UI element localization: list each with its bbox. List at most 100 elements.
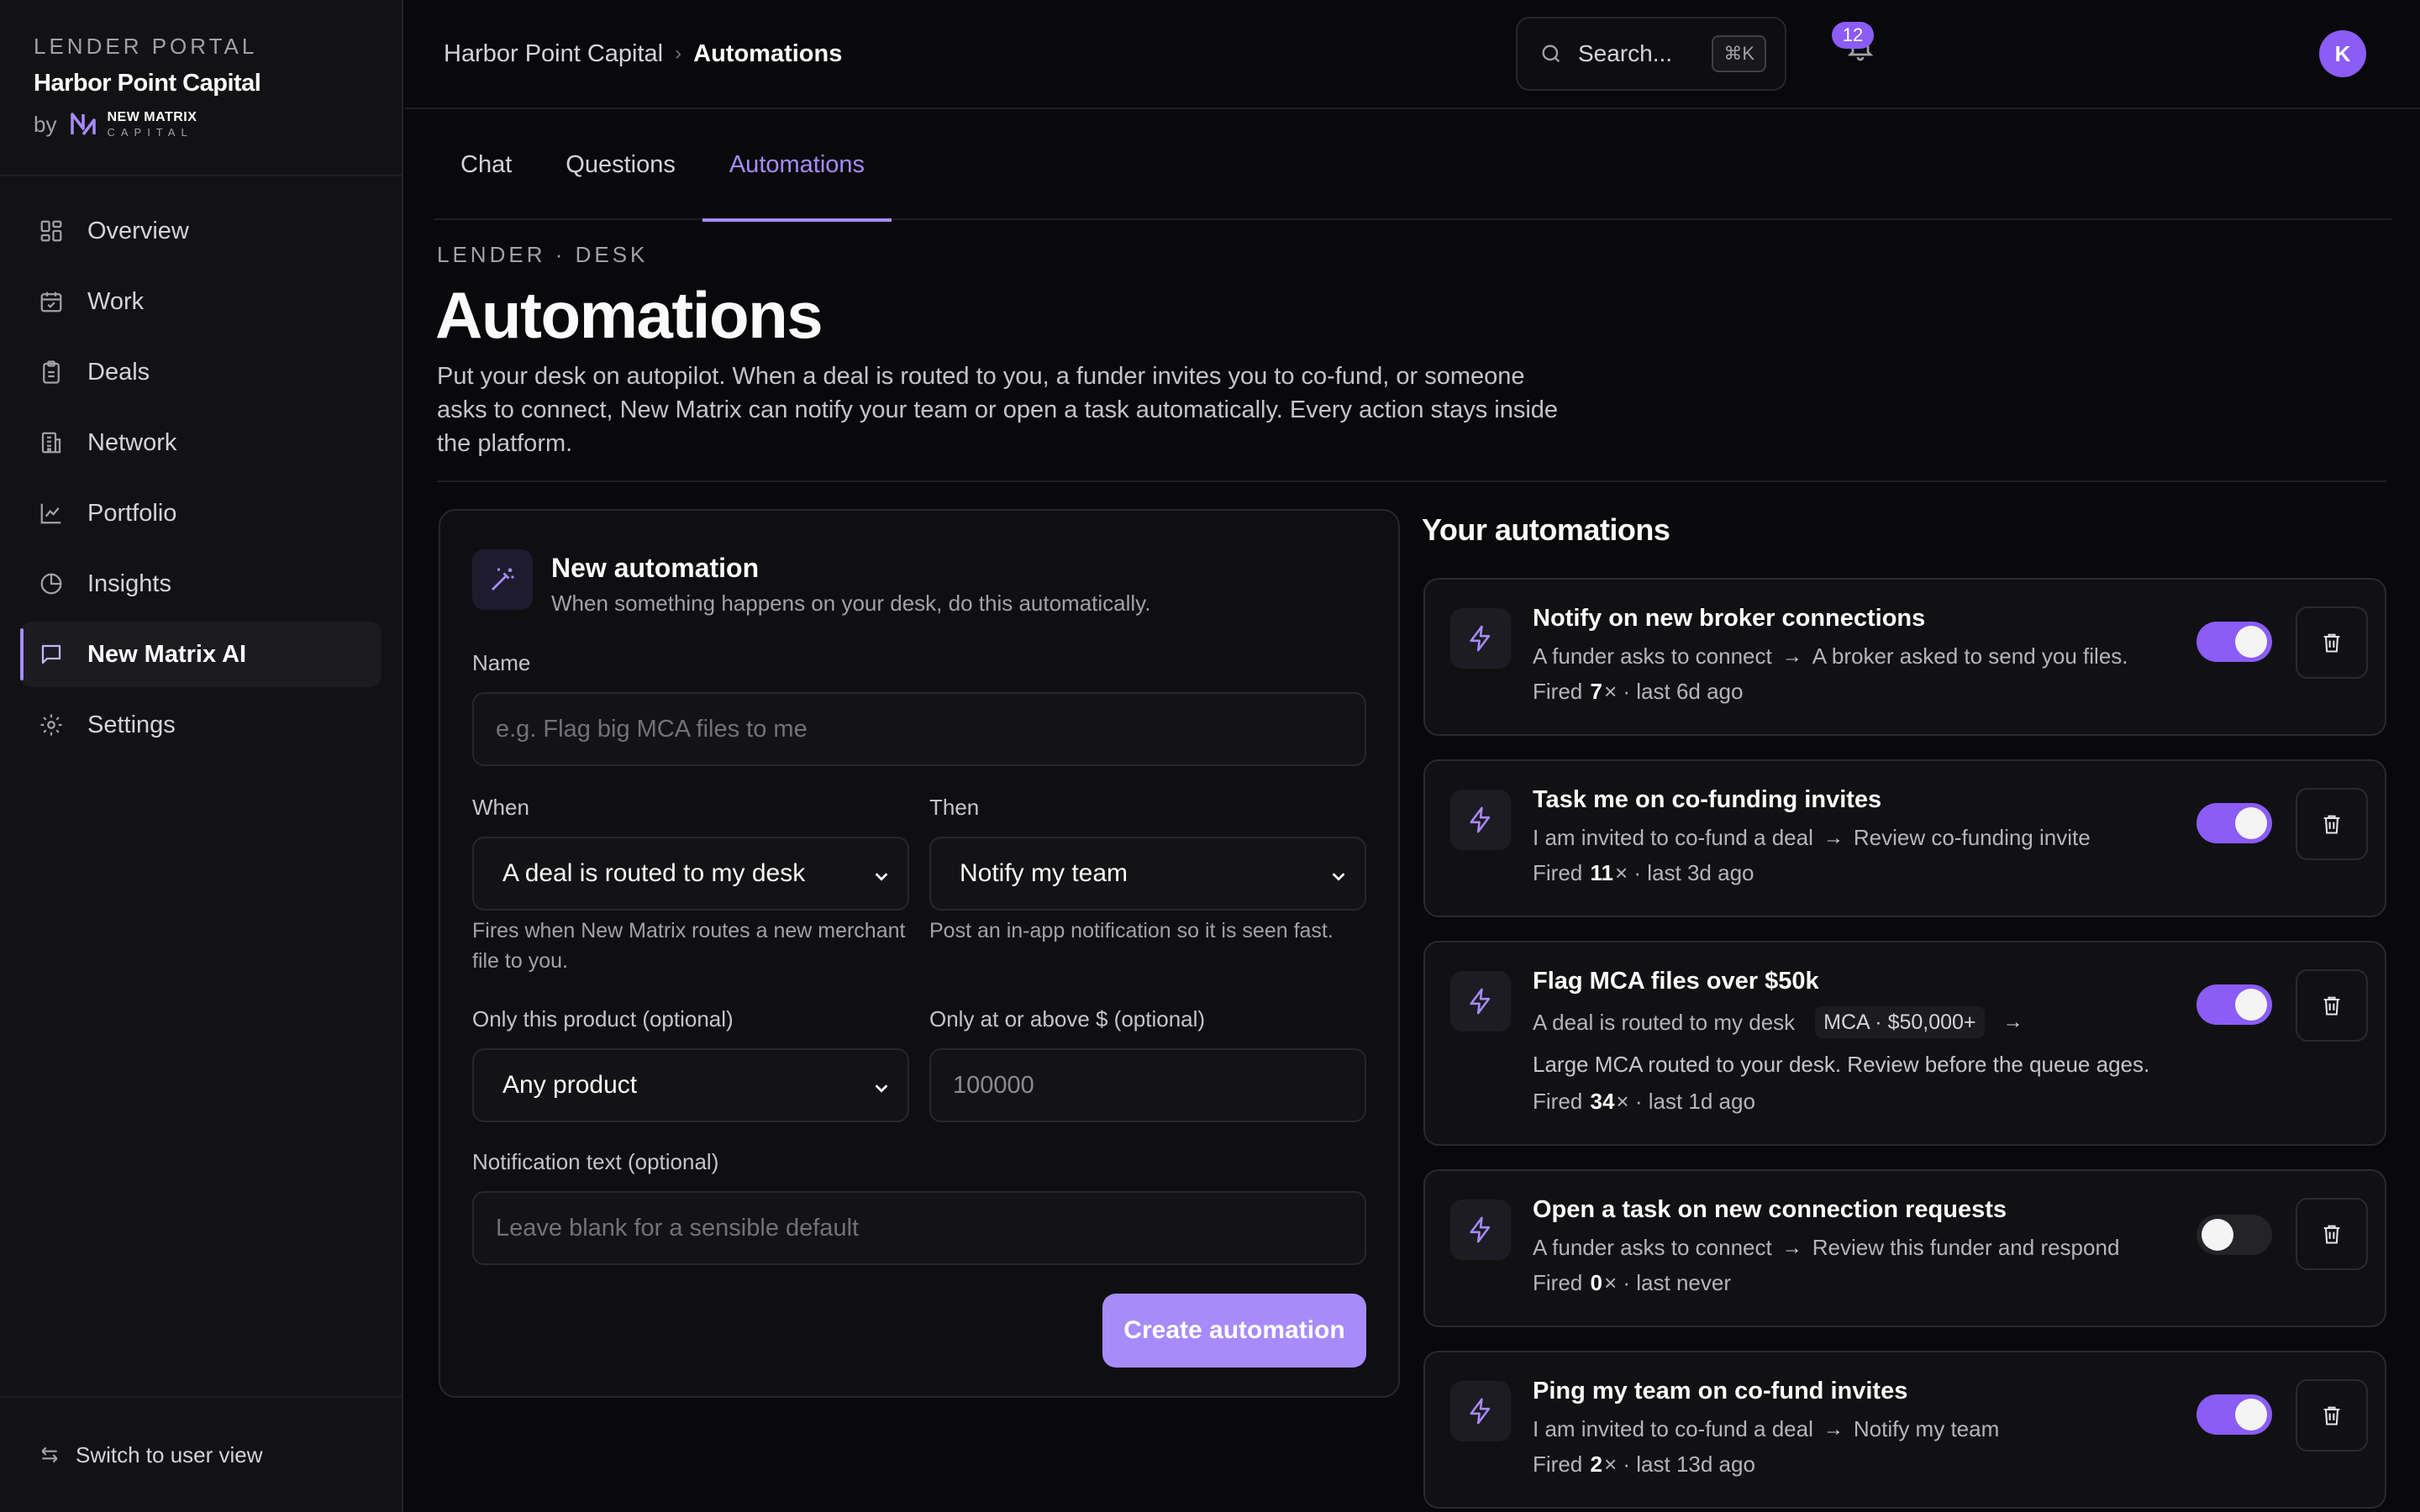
automation-enabled-toggle[interactable] — [2196, 622, 2272, 662]
automation-enabled-toggle[interactable] — [2196, 1215, 2272, 1255]
automation-enabled-toggle[interactable] — [2196, 803, 2272, 843]
automation-flow: A funder asks to connect → Review this f… — [1533, 1235, 2119, 1261]
new-automation-title: New automation — [551, 553, 760, 583]
breadcrumb-root-link[interactable]: Harbor Point Capital — [444, 40, 663, 68]
new-automation-subtitle: When something happens on your desk, do … — [551, 591, 1151, 616]
breadcrumb-current: Automations — [693, 39, 843, 67]
notification-text-field[interactable]: Leave blank for a sensible default — [472, 1191, 1366, 1265]
automation-name: Flag MCA files over $50k — [1533, 968, 1819, 995]
amount-label: Only at or above $ (optional) — [929, 1006, 1206, 1032]
sidebar-nav: Overview Work Deals Network Portfolio In… — [0, 176, 402, 758]
page-title: Automations — [435, 278, 823, 352]
when-select[interactable]: A deal is routed to my desk — [472, 837, 909, 911]
automation-card: Open a task on new connection requests A… — [1423, 1169, 2386, 1327]
automation-fired-stats: Fired 34 × · last 1d ago — [1533, 1089, 1755, 1114]
tab-bar: Chat Questions Automations — [434, 109, 2391, 222]
automation-trigger: A funder asks to connect — [1533, 643, 1772, 669]
page-eyebrow: LENDER · DESK — [437, 242, 649, 267]
product-select[interactable]: Any product — [472, 1048, 909, 1122]
avatar[interactable]: K — [2319, 30, 2366, 77]
create-automation-button[interactable]: Create automation — [1102, 1294, 1366, 1368]
sidebar-item-network[interactable]: Network — [20, 410, 381, 475]
name-label: Name — [472, 650, 531, 675]
notification-text-label: Notification text (optional) — [472, 1149, 719, 1174]
breadcrumb: Harbor Point Capital › Automations — [444, 40, 842, 68]
automation-enabled-toggle[interactable] — [2196, 984, 2272, 1025]
sidebar-item-label: Work — [87, 287, 145, 315]
trash-icon — [2323, 633, 2340, 653]
tab-chat[interactable]: Chat — [434, 109, 539, 220]
product-label: Only this product (optional) — [472, 1006, 734, 1032]
automation-fired-stats: Fired 2 × · last 13d ago — [1533, 1452, 1755, 1477]
automation-enabled-toggle[interactable] — [2196, 1394, 2272, 1435]
when-help-text: Fires when New Matrix routes a new merch… — [472, 919, 906, 973]
automation-fired-stats: Fired 7 × · last 6d ago — [1533, 679, 1744, 704]
chevron-down-icon — [875, 1084, 888, 1093]
grid-icon — [40, 220, 62, 242]
lightning-icon — [1450, 1200, 1511, 1260]
calendar-check-icon — [40, 291, 62, 312]
trash-icon — [2323, 1225, 2340, 1244]
search-input[interactable]: Search... ⌘K — [1516, 17, 1786, 91]
automation-flow: I am invited to co-fund a deal → Review … — [1533, 825, 2091, 851]
page-description: Put your desk on autopilot. When a deal … — [437, 363, 1559, 457]
clipboard-icon — [43, 360, 60, 384]
switch-to-user-view-button[interactable]: Switch to user view — [0, 1396, 402, 1512]
delete-automation-button[interactable] — [2296, 969, 2368, 1042]
sidebar: LENDER PORTAL Harbor Point Capital by NE… — [0, 0, 403, 1512]
chevron-right-icon: › — [675, 42, 682, 65]
sidebar-item-work[interactable]: Work — [20, 269, 381, 334]
then-select[interactable]: Notify my team — [929, 837, 1366, 911]
automation-name: Notify on new broker connections — [1533, 605, 1926, 632]
delete-automation-button[interactable] — [2296, 1379, 2368, 1452]
sidebar-item-label: Insights — [87, 570, 171, 597]
sidebar-item-new-matrix-ai[interactable]: New Matrix AI — [20, 622, 381, 687]
lightning-icon — [1450, 1381, 1511, 1441]
automation-action: Review this funder and respond — [1812, 1235, 2120, 1260]
delete-automation-button[interactable] — [2296, 606, 2368, 679]
name-field[interactable]: e.g. Flag big MCA files to me — [472, 692, 1366, 766]
sidebar-item-settings[interactable]: Settings — [20, 692, 381, 758]
automation-trigger: A funder asks to connect — [1533, 1235, 1772, 1260]
sidebar-item-label: Deals — [87, 358, 150, 386]
automation-action: Review co-funding invite — [1853, 825, 2091, 850]
topbar: Harbor Point Capital › Automations — [405, 0, 2420, 109]
delete-automation-button[interactable] — [2296, 1198, 2368, 1270]
arrow-right-icon: → — [2002, 1011, 2023, 1033]
automation-flow: A funder asks to connect → A broker aske… — [1533, 643, 2128, 669]
amount-field[interactable]: 100000 — [929, 1048, 1366, 1122]
tab-questions[interactable]: Questions — [539, 109, 702, 220]
sidebar-item-insights[interactable]: Insights — [20, 551, 381, 617]
delete-automation-button[interactable] — [2296, 788, 2368, 860]
sidebar-item-overview[interactable]: Overview — [20, 198, 381, 264]
sidebar-item-label: Settings — [87, 711, 176, 738]
lightning-icon — [1450, 971, 1511, 1032]
chat-icon — [41, 644, 61, 664]
pie-chart-icon — [40, 573, 62, 595]
automation-trigger: A deal is routed to my desk — [1533, 1009, 1796, 1035]
sidebar-item-deals[interactable]: Deals — [20, 339, 381, 405]
new-matrix-logo-icon — [71, 113, 97, 136]
sidebar-item-label: Overview — [87, 217, 189, 244]
line-chart-icon — [40, 503, 61, 524]
arrow-right-icon: → — [1823, 826, 1844, 849]
automation-action: Notify my team — [1853, 1416, 2000, 1441]
then-help-text: Post an in-app notification so it is see… — [929, 919, 1334, 942]
when-label: When — [472, 795, 529, 820]
arrow-right-icon: → — [1781, 1236, 1802, 1259]
sidebar-item-portfolio[interactable]: Portfolio — [20, 480, 381, 546]
sidebar-item-label: New Matrix AI — [87, 640, 247, 668]
automation-trigger: I am invited to co-fund a deal — [1533, 1416, 1813, 1441]
automation-name: Ping my team on co-fund invites — [1533, 1378, 1908, 1404]
trash-icon — [2323, 1406, 2340, 1425]
building-icon — [41, 432, 61, 454]
by-label: by — [34, 111, 57, 137]
automation-fired-stats: Fired 0 × · last never — [1533, 1270, 1731, 1295]
magic-wand-icon — [472, 549, 533, 610]
automation-action: A broker asked to send you files. — [1812, 643, 2128, 669]
sidebar-item-label: Network — [87, 428, 177, 456]
automation-note: Large MCA routed to your desk. Review be… — [1533, 1052, 2150, 1077]
tab-automations[interactable]: Automations — [702, 109, 892, 222]
your-automations-title: Your automations — [1422, 512, 1670, 547]
chevron-down-icon — [875, 873, 888, 881]
